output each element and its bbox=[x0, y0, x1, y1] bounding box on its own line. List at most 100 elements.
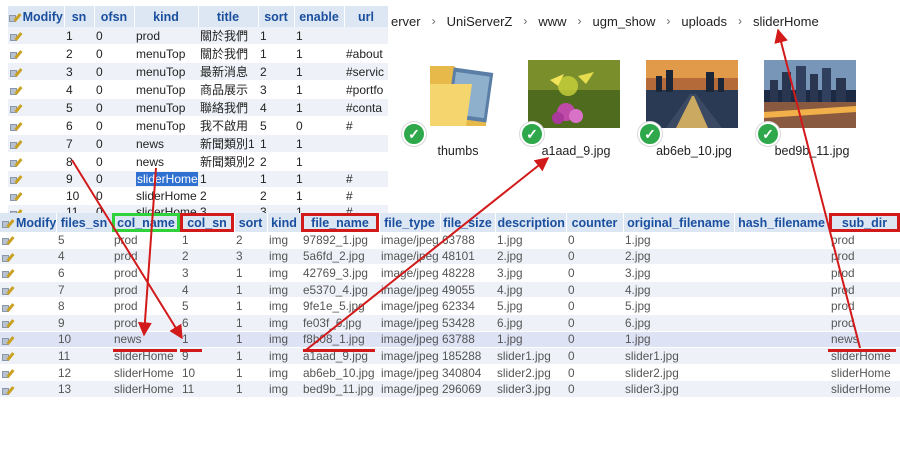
edit-pencil-icon[interactable] bbox=[2, 319, 16, 329]
files-table-cell: bed9b_11.jpg bbox=[301, 380, 379, 398]
menu-table-row[interactable]: 4 0 menuTop 商品展示 3 1 #portfo bbox=[8, 80, 388, 99]
menu-table-row[interactable]: 10 0 sliderHome 2 2 1 # bbox=[8, 187, 388, 205]
breadcrumb-item[interactable]: uploads bbox=[678, 14, 730, 29]
edit-pencil-icon[interactable] bbox=[10, 86, 24, 95]
files-col-header[interactable]: file_size bbox=[440, 213, 496, 232]
edit-pencil-icon[interactable] bbox=[2, 303, 16, 312]
files-table-row[interactable]: 10 news 1 1 img f8b08_1.jpg image/jpeg 63788 1.j… bbox=[0, 331, 900, 349]
edit-pencil-icon[interactable] bbox=[10, 68, 24, 77]
edit-pencil-icon[interactable] bbox=[10, 32, 24, 41]
menu-table-cell: 聯絡我們 bbox=[198, 98, 258, 117]
menu-table-cell: 1 bbox=[294, 98, 344, 117]
files-table-cell: e5370_4.jpg bbox=[301, 281, 379, 299]
menu-table-row[interactable]: 9 0 sliderHome 1 1 1 # bbox=[8, 170, 388, 188]
files-table-cell: 9fe1e_5.jpg bbox=[301, 297, 379, 315]
menu-col-header[interactable]: url bbox=[344, 6, 389, 27]
files-col-header[interactable]: file_type bbox=[379, 213, 441, 232]
breadcrumb-item[interactable]: erver bbox=[388, 14, 424, 29]
menu-col-header[interactable]: Modify bbox=[8, 6, 65, 27]
files-table-cell: sliderHome bbox=[112, 347, 180, 365]
files-table-row[interactable]: 8 prod 5 1 img 9fe1e_5.jpg image/jpeg 62334 5.jp… bbox=[0, 297, 900, 315]
file-tile-a1aad-9[interactable]: ✓ a1aad_9.jpg bbox=[520, 52, 632, 162]
menu-table-row[interactable]: 1 0 prod 關於我們 1 1 bbox=[8, 27, 388, 45]
edit-pencil-icon[interactable] bbox=[10, 192, 24, 202]
breadcrumb-item[interactable]: sliderHome bbox=[750, 14, 822, 29]
edit-pencil-icon[interactable] bbox=[2, 286, 16, 295]
menu-table-cell: 0 bbox=[94, 152, 134, 171]
file-tile-bed9b-11[interactable]: ✓ bed9b_11.jpg bbox=[756, 52, 868, 162]
files-table-cell: 1 bbox=[234, 264, 267, 282]
menu-col-header[interactable]: enable bbox=[294, 6, 345, 27]
files-table-row[interactable]: 5 prod 1 2 img 97892_1.jpg image/jpeg 63788 1.jp… bbox=[0, 232, 900, 249]
files-table-cell: prod bbox=[112, 264, 180, 282]
files-col-header[interactable]: kind bbox=[267, 213, 302, 232]
edit-pencil-icon[interactable] bbox=[10, 50, 24, 59]
menu-table-cell: # bbox=[344, 187, 388, 205]
files-table-cell: prod bbox=[112, 232, 180, 249]
menu-table-cell: 2 bbox=[258, 187, 294, 205]
row-edit-cell bbox=[8, 116, 64, 135]
files-table-cell: 1.jpg bbox=[623, 331, 734, 349]
edit-pencil-icon[interactable] bbox=[2, 253, 16, 262]
files-col-header[interactable]: sub_dir bbox=[829, 213, 900, 232]
files-col-header[interactable]: sort bbox=[234, 213, 268, 232]
menu-col-header[interactable]: ofsn bbox=[94, 6, 135, 27]
files-col-header[interactable]: original_filename bbox=[623, 213, 735, 232]
files-table-row[interactable]: 12 sliderHome 10 1 img ab6eb_10.jpg image/jpeg… bbox=[0, 364, 900, 382]
menu-table-cell: 1 bbox=[294, 187, 344, 205]
files-col-header[interactable]: files_sn bbox=[56, 213, 113, 232]
menu-col-header[interactable]: sn bbox=[64, 6, 95, 27]
edit-pencil-icon[interactable] bbox=[2, 336, 16, 345]
menu-col-header[interactable]: kind bbox=[134, 6, 199, 27]
menu-table-row[interactable]: 8 0 news 新聞類別2 2 1 bbox=[8, 152, 388, 171]
file-tile-ab6eb-10[interactable]: ✓ ab6eb_10.jpg bbox=[638, 52, 750, 162]
edit-pencil-icon[interactable] bbox=[2, 369, 16, 378]
menu-table-row[interactable]: 6 0 menuTop 我不啟用 5 0 # bbox=[8, 116, 388, 135]
files-col-header[interactable]: description bbox=[495, 213, 567, 232]
edit-pencil-icon[interactable] bbox=[10, 140, 24, 149]
menu-table-cell: 2 bbox=[64, 44, 94, 63]
menu-table-cell: sliderHome bbox=[134, 170, 198, 188]
edit-pencil-icon[interactable] bbox=[10, 158, 24, 167]
edit-pencil-icon[interactable] bbox=[10, 175, 24, 185]
edit-pencil-icon[interactable] bbox=[2, 269, 16, 279]
breadcrumb-item[interactable]: www bbox=[535, 14, 569, 29]
files-table-row[interactable]: 11 sliderHome 9 1 img a1aad_9.jpg image/jpeg 18… bbox=[0, 347, 900, 365]
menu-table-cell: #portfo bbox=[344, 80, 388, 99]
files-col-header[interactable]: Modify bbox=[0, 213, 57, 232]
file-tile-thumbs[interactable]: ✓ thumbs bbox=[402, 52, 514, 162]
edit-pencil-icon[interactable] bbox=[2, 386, 16, 395]
files-table-cell: prod bbox=[829, 314, 900, 332]
files-table-row[interactable]: 6 prod 3 1 img 42769_3.jpg image/jpeg 48228 3.jp… bbox=[0, 264, 900, 282]
files-col-header[interactable]: counter bbox=[566, 213, 624, 232]
menu-col-header[interactable]: sort bbox=[258, 6, 295, 27]
menu-table-cell: menuTop bbox=[134, 44, 198, 63]
files-table-cell bbox=[734, 232, 829, 249]
files-col-header[interactable]: file_name bbox=[301, 213, 380, 232]
files-table-cell: 2.jpg bbox=[623, 248, 734, 266]
files-table-row[interactable]: 13 sliderHome 11 1 img bed9b_11.jpg image/jpeg… bbox=[0, 380, 900, 398]
files-table-cell: prod bbox=[829, 297, 900, 315]
menu-table-row[interactable]: 5 0 menuTop 聯絡我們 4 1 #conta bbox=[8, 98, 388, 117]
menu-table-row[interactable]: 3 0 menuTop 最新消息 2 1 #servic bbox=[8, 62, 388, 81]
files-table-cell: image/jpeg bbox=[379, 297, 440, 315]
breadcrumb-item[interactable]: ugm_show bbox=[590, 14, 659, 29]
files-table-cell: 12 bbox=[56, 364, 112, 382]
edit-pencil-icon[interactable] bbox=[10, 104, 24, 113]
breadcrumb-item[interactable]: UniServerZ bbox=[444, 14, 516, 29]
edit-pencil-icon[interactable] bbox=[2, 236, 16, 246]
menu-col-header[interactable]: title bbox=[198, 6, 259, 27]
files-col-header[interactable]: col_sn bbox=[180, 213, 235, 232]
files-table-row[interactable]: 9 prod 6 1 img fe03f_6.jpg image/jpeg 53428 6.jp… bbox=[0, 314, 900, 332]
row-edit-cell bbox=[0, 314, 56, 332]
edit-pencil-icon[interactable] bbox=[2, 352, 16, 362]
menu-table-row[interactable]: 2 0 menuTop 關於我們 1 1 #about bbox=[8, 44, 388, 63]
files-col-header[interactable]: hash_filename bbox=[734, 213, 830, 232]
files-table-row[interactable]: 4 prod 2 3 img 5a6fd_2.jpg image/jpeg 48101 2.jp… bbox=[0, 248, 900, 266]
edit-pencil-icon[interactable] bbox=[10, 122, 24, 131]
files-table-row[interactable]: 7 prod 4 1 img e5370_4.jpg image/jpeg 49055 4.jp… bbox=[0, 281, 900, 299]
files-col-header[interactable]: col_name bbox=[112, 213, 181, 232]
files-table-cell: news bbox=[829, 331, 900, 349]
files-table-cell bbox=[734, 281, 829, 299]
menu-table-row[interactable]: 7 0 news 新聞類別1 1 1 bbox=[8, 134, 388, 153]
